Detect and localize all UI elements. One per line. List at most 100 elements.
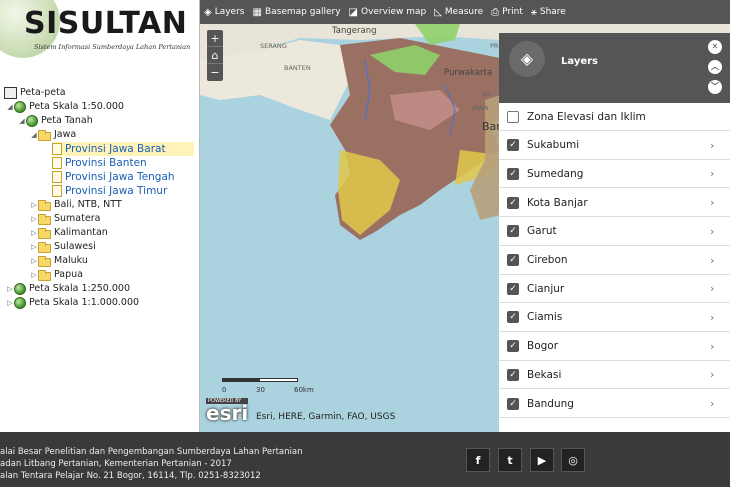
chevron-right-icon[interactable]: › bbox=[710, 311, 730, 324]
home-button[interactable]: ⌂ bbox=[207, 47, 223, 64]
ruler-icon: ◺ bbox=[434, 6, 442, 18]
layer-row[interactable]: ✓ Bandung › bbox=[499, 390, 730, 418]
measure-button[interactable]: ◺ Measure bbox=[434, 7, 483, 18]
expand-toggle-icon[interactable]: ▷ bbox=[30, 240, 38, 254]
layer-name: Kota Banjar bbox=[527, 196, 588, 209]
layer-name: Sukabumi bbox=[527, 139, 580, 152]
tree-item-maluku[interactable]: ▷ Maluku bbox=[30, 254, 88, 268]
chevron-right-icon[interactable]: › bbox=[710, 167, 730, 180]
checkbox-checked-icon[interactable]: ✓ bbox=[507, 397, 519, 410]
chevron-right-icon[interactable]: › bbox=[710, 139, 730, 152]
tree-item-sulawesi[interactable]: ▷ Sulawesi bbox=[30, 240, 96, 254]
checkbox-checked-icon[interactable]: ✓ bbox=[507, 167, 519, 180]
layer-row[interactable]: ✓ Cianjur › bbox=[499, 275, 730, 304]
checkbox-checked-icon[interactable]: ✓ bbox=[507, 254, 519, 266]
chevron-right-icon[interactable]: › bbox=[710, 397, 730, 410]
folder-icon bbox=[38, 227, 51, 239]
expand-toggle-icon[interactable]: ▷ bbox=[6, 282, 14, 296]
grid-icon: ▦ bbox=[252, 6, 262, 18]
zoom-in-button[interactable]: + bbox=[207, 30, 223, 47]
layer-row[interactable]: ✓ Ciamis › bbox=[499, 304, 730, 332]
chevron-right-icon[interactable]: › bbox=[710, 368, 730, 381]
left-panel: SISULTAN Sistem Informasi Sumberdaya Lah… bbox=[0, 0, 200, 432]
folder-icon bbox=[38, 199, 51, 211]
chevron-right-icon[interactable]: › bbox=[710, 254, 730, 267]
print-button[interactable]: ⎙ Print bbox=[491, 7, 523, 18]
printer-icon: ⎙ bbox=[491, 6, 500, 18]
tree-item-bali-ntb-ntt[interactable]: ▷ Bali, NTB, NTT bbox=[30, 198, 122, 212]
chevron-right-icon[interactable]: › bbox=[710, 225, 730, 238]
tree-item-skala-250000[interactable]: ▷ Peta Skala 1:250.000 bbox=[6, 282, 130, 296]
layer-name: Cirebon bbox=[527, 254, 568, 266]
layer-row[interactable]: Zona Elevasi dan Iklim bbox=[499, 103, 730, 131]
footer-line-agency: adan Litbang Pertanian, Kementerian Pert… bbox=[0, 459, 232, 469]
facebook-icon[interactable]: f bbox=[466, 448, 490, 472]
layers-panel: ◈ Layers ✕ ︿ ﹀ Zona Elevasi dan Iklim ✓ Su… bbox=[499, 33, 730, 432]
layer-row[interactable]: ✓ Sukabumi › bbox=[499, 132, 730, 160]
tree-item-peta-tanah[interactable]: ◢ Peta Tanah bbox=[18, 114, 93, 128]
map-label-serang: SERANG bbox=[260, 42, 287, 50]
youtube-icon[interactable]: ▶ bbox=[530, 448, 554, 472]
expand-toggle-icon[interactable]: ▷ bbox=[30, 212, 38, 226]
map-label-ba: BA bbox=[482, 90, 491, 98]
tree-item-skala-1000000[interactable]: ▷ Peta Skala 1:1.000.000 bbox=[6, 296, 139, 310]
footer: alai Besar Penelitian dan Pengembangan S… bbox=[0, 432, 730, 487]
layer-row[interactable]: ✓ Kota Banjar › bbox=[499, 189, 730, 218]
expand-toggle-icon[interactable]: ▷ bbox=[30, 254, 38, 268]
layer-name: Bekasi bbox=[527, 368, 562, 381]
chevron-right-icon[interactable]: › bbox=[710, 340, 730, 353]
scale-bar-graphic bbox=[222, 378, 298, 382]
layer-name: Bandung bbox=[527, 397, 574, 410]
layers-panel-header: ◈ Layers ✕ ︿ ﹀ bbox=[499, 33, 730, 103]
checkbox-unchecked-icon[interactable] bbox=[507, 110, 519, 123]
globe-icon bbox=[26, 115, 38, 127]
folder-icon bbox=[38, 269, 51, 281]
chevron-down-icon[interactable]: ﹀ bbox=[708, 80, 722, 94]
tree-item-skala-50000[interactable]: ◢ Peta Skala 1:50.000 bbox=[6, 100, 124, 114]
instagram-icon[interactable]: ◎ bbox=[561, 448, 585, 472]
layer-row[interactable]: ✓ Garut › bbox=[499, 218, 730, 246]
layer-row[interactable]: ✓ Sumedang › bbox=[499, 160, 730, 189]
expand-toggle-icon[interactable]: ▷ bbox=[6, 296, 14, 310]
layer-row[interactable]: ✓ Cirebon › bbox=[499, 247, 730, 275]
document-icon bbox=[52, 171, 62, 183]
scale-label-60: 60km bbox=[294, 386, 314, 394]
checkbox-checked-icon[interactable]: ✓ bbox=[507, 139, 519, 152]
tree-item-jawa-tengah[interactable]: Provinsi Jawa Tengah bbox=[52, 170, 175, 184]
chevron-right-icon[interactable]: › bbox=[710, 282, 730, 295]
expand-toggle-icon[interactable]: ▷ bbox=[30, 198, 38, 212]
tree-item-jawa-timur[interactable]: Provinsi Jawa Timur bbox=[52, 184, 167, 198]
expand-toggle-icon[interactable]: ▷ bbox=[30, 226, 38, 240]
basemap-gallery-button[interactable]: ▦ Basemap gallery bbox=[253, 7, 341, 18]
layers-tool-button[interactable]: ◈ Layers bbox=[204, 7, 245, 18]
twitter-icon[interactable]: t bbox=[498, 448, 522, 472]
zoom-out-button[interactable]: − bbox=[207, 64, 223, 81]
collapse-toggle-icon[interactable]: ◢ bbox=[6, 100, 14, 114]
close-icon[interactable]: ✕ bbox=[708, 40, 722, 54]
scale-label-0: 0 bbox=[222, 386, 227, 394]
tree-item-sumatera[interactable]: ▷ Sumatera bbox=[30, 212, 100, 226]
checkbox-checked-icon[interactable]: ✓ bbox=[507, 196, 519, 209]
collapse-toggle-icon[interactable]: ◢ bbox=[18, 114, 26, 128]
tree-item-banten[interactable]: Provinsi Banten bbox=[52, 156, 147, 170]
checkbox-checked-icon[interactable]: ✓ bbox=[507, 311, 519, 324]
checkbox-checked-icon[interactable]: ✓ bbox=[507, 368, 519, 381]
checkbox-checked-icon[interactable]: ✓ bbox=[507, 282, 519, 295]
tree-item-kalimantan[interactable]: ▷ Kalimantan bbox=[30, 226, 108, 240]
layer-row[interactable]: ✓ Bekasi › bbox=[499, 361, 730, 390]
tree-item-jawa-barat[interactable]: Provinsi Jawa Barat bbox=[52, 142, 194, 156]
tree-root[interactable]: Peta-peta bbox=[4, 86, 66, 100]
esri-logo[interactable]: POWERED BY esri bbox=[206, 398, 249, 423]
share-button[interactable]: ⚹ Share bbox=[531, 7, 566, 18]
collapse-toggle-icon[interactable]: ◢ bbox=[30, 128, 38, 142]
tree-item-jawa[interactable]: ◢ Jawa bbox=[30, 128, 76, 142]
chevron-right-icon[interactable]: › bbox=[710, 196, 730, 209]
layers-panel-title: Layers bbox=[561, 56, 598, 67]
expand-toggle-icon[interactable]: ▷ bbox=[30, 268, 38, 282]
layer-row[interactable]: ✓ Bogor › bbox=[499, 333, 730, 361]
checkbox-checked-icon[interactable]: ✓ bbox=[507, 225, 519, 238]
checkbox-checked-icon[interactable]: ✓ bbox=[507, 340, 519, 353]
overview-map-button[interactable]: ◪ Overview map bbox=[349, 7, 427, 18]
tree-item-papua[interactable]: ▷ Papua bbox=[30, 268, 83, 282]
chevron-up-icon[interactable]: ︿ bbox=[708, 60, 722, 74]
